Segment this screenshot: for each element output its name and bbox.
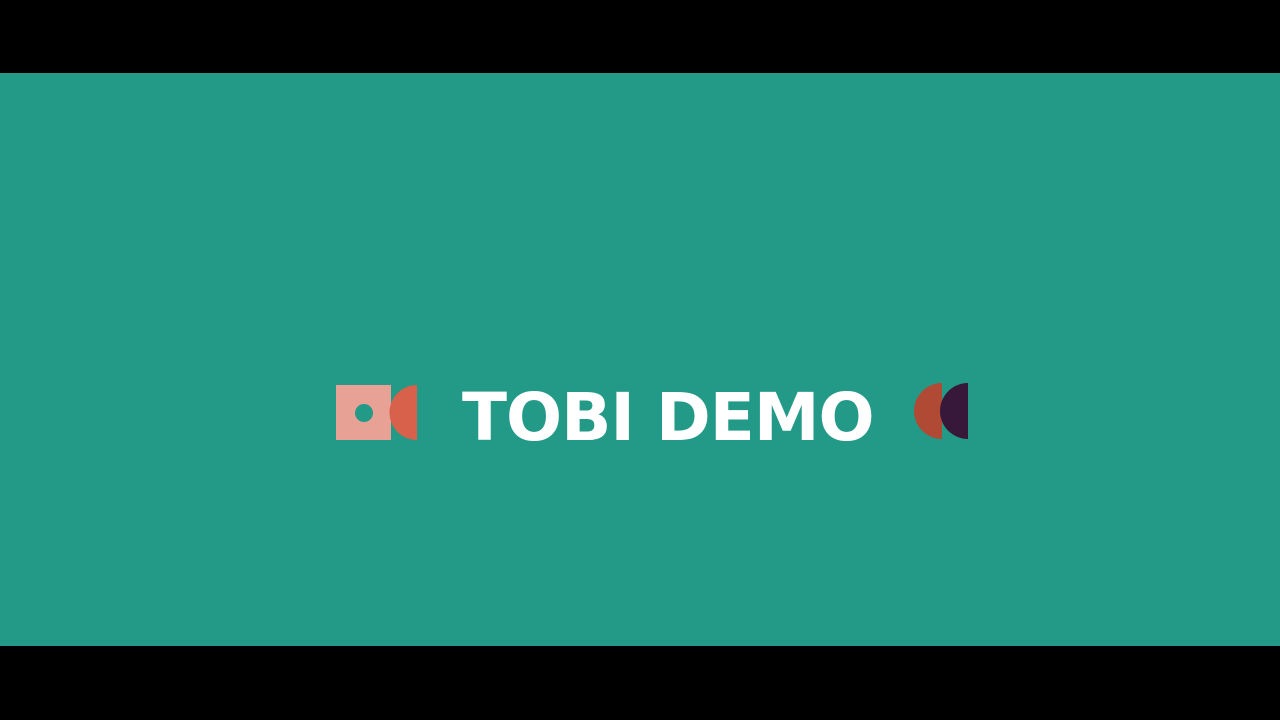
right-decoration (912, 383, 970, 441)
square-with-dot-icon (336, 385, 391, 440)
page-title: TOBI DEMO (462, 379, 875, 456)
half-circle-icon (940, 383, 968, 439)
left-decoration (336, 385, 418, 441)
title-card: TOBI DEMO (0, 73, 1280, 646)
video-frame: TOBI DEMO (0, 0, 1280, 720)
letterbox-bottom (0, 646, 1280, 720)
letterbox-top (0, 0, 1280, 73)
half-circle-icon (914, 383, 942, 439)
half-circle-icon (389, 385, 417, 440)
